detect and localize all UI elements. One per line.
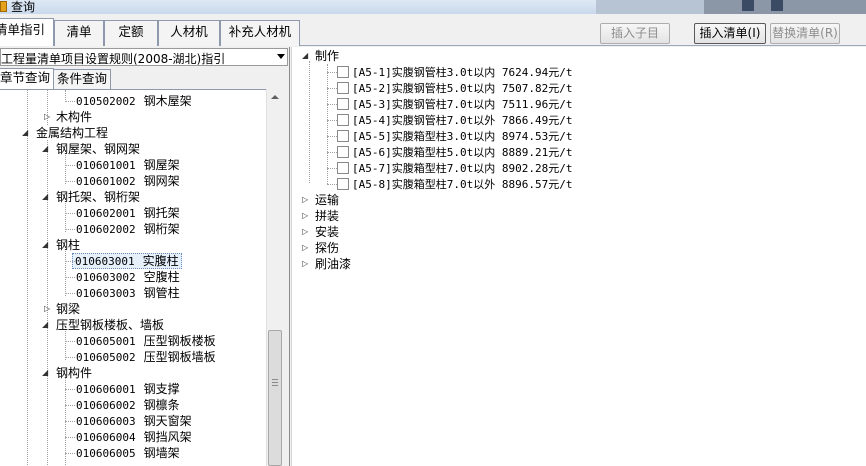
minimize-icon[interactable]: [742, 0, 754, 11]
tree-item[interactable]: 010601001 钢屋架: [65, 157, 180, 173]
quota-checkbox[interactable]: [337, 82, 349, 94]
tab-labor-material-machine[interactable]: 人材机: [158, 20, 220, 46]
tree-node-steel-beam[interactable]: ▷ 钢梁: [44, 301, 80, 317]
replace-list-button[interactable]: 替换清单(R): [770, 23, 840, 44]
tree-item[interactable]: 010502002 钢木屋架: [65, 93, 192, 109]
quota-checkbox[interactable]: [337, 98, 349, 110]
restore-icon[interactable]: [771, 0, 783, 11]
insert-child-button[interactable]: 插入子目: [600, 23, 670, 44]
tab-list[interactable]: 清单: [54, 20, 104, 46]
quota-item[interactable]: [A5-1]实腹钢管柱3.0t以内 7624.94元/t: [327, 64, 572, 80]
expand-triangle-icon[interactable]: ▷: [302, 240, 308, 256]
background-image-strip: [704, 0, 866, 14]
tab-list-guide[interactable]: 清单指引: [0, 18, 54, 46]
quota-item[interactable]: [A5-7]实腹箱型柱7.0t以内 8902.28元/t: [327, 160, 572, 176]
rule-select[interactable]: 工程量清单项目设置规则(2008-湖北)指引: [0, 48, 288, 66]
scrollbar-thumb[interactable]: [268, 330, 282, 466]
quota-item[interactable]: [A5-2]实腹钢管柱5.0t以内 7507.82元/t: [327, 80, 572, 96]
insert-list-button[interactable]: 插入清单(I): [694, 23, 766, 44]
app-icon: [0, 1, 7, 12]
tree-item[interactable]: 010602002 钢桁架: [65, 221, 180, 237]
quota-item[interactable]: [A5-8]实腹箱型柱7.0t以外 8896.57元/t: [327, 176, 572, 192]
quota-item[interactable]: [A5-6]实腹箱型柱5.0t以内 8889.21元/t: [327, 144, 572, 160]
window-titlebar: 查询: [0, 0, 866, 14]
group-assembly[interactable]: ▷ 拼装: [302, 208, 339, 224]
tree-vertical-scrollbar[interactable]: [266, 89, 283, 466]
tree-node-wood-components[interactable]: ▷ 木构件: [44, 109, 92, 125]
tree-item[interactable]: 010602001 钢托架: [65, 205, 180, 221]
group-fabrication[interactable]: ◢ 制作: [302, 48, 339, 64]
tree-item-selected[interactable]: 010603001 实腹柱: [65, 253, 182, 269]
collapse-triangle-icon[interactable]: ◢: [42, 365, 48, 381]
quota-checkbox[interactable]: [337, 66, 349, 78]
tree-item[interactable]: 010606004 钢挡风架: [65, 429, 192, 445]
collapse-triangle-icon[interactable]: ◢: [42, 141, 48, 157]
tree-item[interactable]: 010605001 压型钢板楼板: [65, 333, 216, 349]
group-transport[interactable]: ▷ 运输: [302, 192, 339, 208]
tree-node-profiled-steel-sheet[interactable]: ◢ 压型钢板楼板、墙板: [42, 317, 164, 333]
scroll-up-arrow-icon[interactable]: [271, 95, 279, 99]
expand-triangle-icon[interactable]: ▷: [302, 192, 308, 208]
expand-triangle-icon[interactable]: ▷: [44, 301, 50, 317]
group-flaw-detection[interactable]: ▷ 探伤: [302, 240, 339, 256]
background-image-strip: [596, 0, 704, 14]
subtab-condition-query[interactable]: 条件查询: [53, 69, 112, 89]
group-installation[interactable]: ▷ 安装: [302, 224, 339, 240]
rule-select-value: 工程量清单项目设置规则(2008-湖北)指引: [1, 52, 226, 66]
expand-triangle-icon[interactable]: ▷: [302, 224, 308, 240]
left-pane: 工程量清单项目设置规则(2008-湖北)指引 章节查询 条件查询 0105020…: [0, 47, 290, 466]
quota-checkbox[interactable]: [337, 114, 349, 126]
tree-item[interactable]: 010606001 钢支撑: [65, 381, 180, 397]
dropdown-arrow-icon[interactable]: [277, 54, 285, 59]
tab-quota[interactable]: 定额: [104, 20, 158, 46]
subtab-chapter-query[interactable]: 章节查询: [0, 68, 55, 89]
tree-item[interactable]: 010603002 空腹柱: [65, 269, 180, 285]
chapter-tree: 010502002 钢木屋架 ▷ 木构件 ◢ 金属结构工程 ◢ 钢屋架、钢网架 0106…: [0, 89, 283, 466]
quota-item[interactable]: [A5-4]实腹钢管柱7.0t以外 7866.49元/t: [327, 112, 572, 128]
window-title: 查询: [11, 0, 36, 14]
expand-triangle-icon[interactable]: ▷: [44, 109, 50, 125]
quota-checkbox[interactable]: [337, 178, 349, 190]
collapse-triangle-icon[interactable]: ◢: [42, 237, 48, 253]
quota-item[interactable]: [A5-5]实腹箱型柱3.0t以内 8974.53元/t: [327, 128, 572, 144]
expand-triangle-icon[interactable]: ▷: [302, 256, 308, 272]
toolbar: 清单指引 清单 定额 人材机 补充人材机 插入子目 插入清单(I) 替换清单(R…: [0, 14, 866, 46]
expand-triangle-icon[interactable]: ▷: [302, 208, 308, 224]
tree-item[interactable]: 010605002 压型钢板墙板: [65, 349, 216, 365]
collapse-triangle-icon[interactable]: ◢: [302, 48, 308, 64]
tree-node-metal-structure[interactable]: ◢ 金属结构工程: [22, 125, 108, 141]
tab-supplement-labor-material-machine[interactable]: 补充人材机: [220, 20, 300, 46]
tree-item[interactable]: 010606003 钢天窗架: [65, 413, 192, 429]
tree-item[interactable]: 010606005 钢墙架: [65, 445, 180, 461]
collapse-triangle-icon[interactable]: ◢: [42, 189, 48, 205]
group-painting[interactable]: ▷ 刷油漆: [302, 256, 351, 272]
tree-node-steel-truss[interactable]: ◢ 钢屋架、钢网架: [42, 141, 140, 157]
tree-node-steel-bracket[interactable]: ◢ 钢托架、钢桁架: [42, 189, 140, 205]
tree-item[interactable]: 010601002 钢网架: [65, 173, 180, 189]
collapse-triangle-icon[interactable]: ◢: [42, 317, 48, 333]
quota-tree-pane: ◢ 制作 [A5-1]实腹钢管柱3.0t以内 7624.94元/t [A5-2]实…: [291, 47, 866, 466]
tree-node-steel-column[interactable]: ◢ 钢柱: [42, 237, 80, 253]
quota-checkbox[interactable]: [337, 146, 349, 158]
tree-item[interactable]: 010603003 钢管柱: [65, 285, 180, 301]
tree-node-steel-components[interactable]: ◢ 钢构件: [42, 365, 92, 381]
collapse-triangle-icon[interactable]: ◢: [22, 125, 28, 141]
tree-item[interactable]: 010606002 钢檩条: [65, 397, 180, 413]
quota-item[interactable]: [A5-3]实腹钢管柱7.0t以内 7511.96元/t: [327, 96, 572, 112]
quota-checkbox[interactable]: [337, 130, 349, 142]
quota-checkbox[interactable]: [337, 162, 349, 174]
